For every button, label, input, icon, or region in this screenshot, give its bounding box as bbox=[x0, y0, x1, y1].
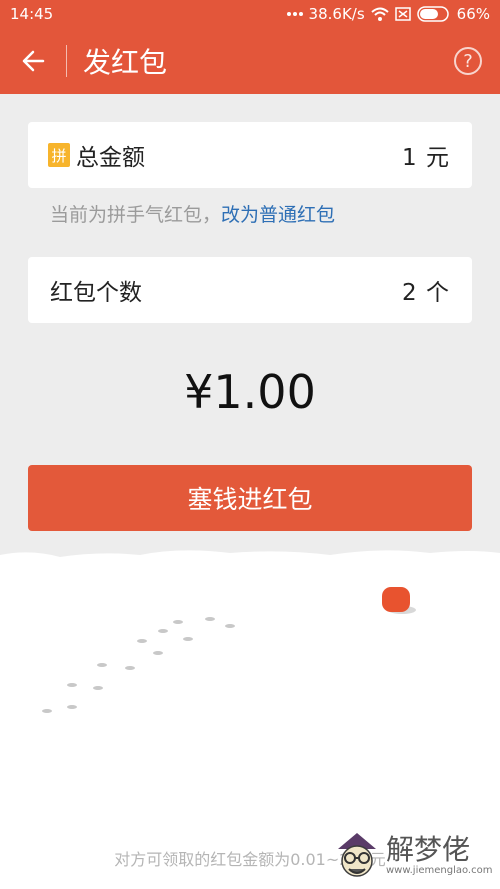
status-bar: 14:45 38.6K/s 66% bbox=[0, 0, 500, 28]
packet-type-hint: 当前为拼手气红包，改为普通红包 bbox=[50, 200, 335, 227]
nav-divider bbox=[66, 45, 67, 77]
amount-display: ¥1.00 bbox=[184, 365, 316, 419]
sim-icon bbox=[394, 7, 411, 21]
status-indicators: 38.6K/s 66% bbox=[286, 5, 490, 23]
packet-count-value[interactable]: 2 个 bbox=[402, 273, 450, 307]
submit-button[interactable]: 塞钱进红包 bbox=[28, 465, 472, 531]
watermark-text: 解梦佬 www.jiemenglao.com bbox=[386, 832, 493, 876]
total-amount-value[interactable]: 1 元 bbox=[402, 138, 450, 172]
network-speed: 38.6K/s bbox=[308, 5, 365, 23]
signal-dots-icon bbox=[286, 12, 303, 16]
watermark-logo: 解梦佬 www.jiemenglao.com bbox=[334, 824, 494, 886]
watermark-url: www.jiemenglao.com bbox=[386, 864, 493, 876]
total-amount-label: 总金额 bbox=[76, 145, 145, 171]
owl-mascot-icon bbox=[338, 833, 376, 877]
hint-text: 当前为拼手气红包， bbox=[50, 204, 222, 226]
help-icon: ? bbox=[463, 50, 473, 72]
battery-icon bbox=[416, 6, 449, 22]
wifi-icon bbox=[370, 7, 389, 21]
watermark-title: 解梦佬 bbox=[386, 832, 471, 866]
total-amount-field[interactable]: 拼 总金额 1 元 bbox=[28, 122, 472, 188]
status-time: 14:45 bbox=[10, 5, 54, 23]
help-button[interactable]: ? bbox=[454, 47, 482, 75]
red-envelope-icon bbox=[382, 587, 410, 612]
packet-count-field[interactable]: 红包个数 2 个 bbox=[28, 257, 472, 323]
nav-bar: 发红包 ? bbox=[0, 28, 500, 94]
lucky-badge-icon: 拼 bbox=[48, 143, 70, 167]
battery-level: 66% bbox=[456, 5, 490, 23]
switch-to-normal-link[interactable]: 改为普通红包 bbox=[221, 204, 335, 226]
page-title: 发红包 bbox=[83, 46, 168, 79]
packet-count-label: 红包个数 bbox=[50, 280, 142, 306]
back-button[interactable] bbox=[0, 28, 66, 94]
back-arrow-icon bbox=[22, 50, 45, 72]
